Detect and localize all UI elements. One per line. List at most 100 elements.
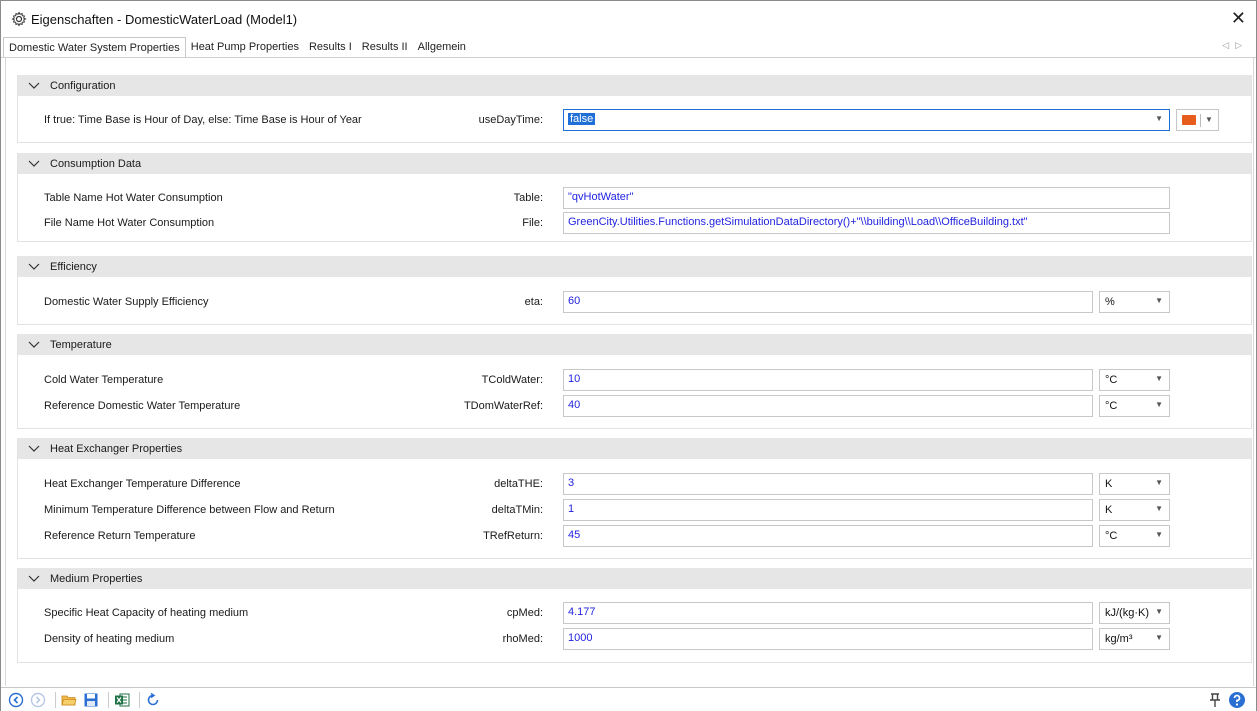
unit-value: kJ/(kg·K) xyxy=(1105,607,1149,619)
param-name: File: xyxy=(522,217,543,229)
value-source-button[interactable]: ▼ xyxy=(1176,109,1219,131)
param-description: Reference Return Temperature xyxy=(44,530,196,542)
tab-results-ii[interactable]: Results II xyxy=(357,37,413,57)
excel-icon[interactable] xyxy=(113,691,131,709)
chevron-down-icon[interactable]: ▼ xyxy=(1205,115,1213,124)
section-header-medium[interactable]: Medium Properties xyxy=(18,568,1251,589)
unit-select[interactable]: kg/m³ ▼ xyxy=(1099,628,1170,650)
section-efficiency: Efficiency Domestic Water Supply Efficie… xyxy=(17,256,1252,325)
chevron-down-icon[interactable]: ▼ xyxy=(1155,530,1163,539)
tab-scroll-arrows-icon[interactable]: ◁▷ xyxy=(1222,40,1248,51)
chevron-down-icon[interactable]: ▼ xyxy=(1155,504,1163,513)
chevron-down-icon[interactable] xyxy=(28,445,40,453)
trefreturn-input[interactable]: 45 xyxy=(563,525,1093,547)
section-title: Efficiency xyxy=(50,260,97,273)
chevron-down-icon[interactable]: ▼ xyxy=(1155,296,1163,305)
section-header-efficiency[interactable]: Efficiency xyxy=(18,256,1251,277)
unit-select[interactable]: K ▼ xyxy=(1099,473,1170,495)
section-header-configuration[interactable]: Configuration xyxy=(18,75,1251,96)
param-row-deltathe: Heat Exchanger Temperature Difference de… xyxy=(18,473,1251,496)
save-icon[interactable] xyxy=(82,691,100,709)
chevron-down-icon[interactable]: ▼ xyxy=(1155,114,1163,123)
chevron-down-icon[interactable]: ▼ xyxy=(1155,400,1163,409)
chevron-down-icon[interactable]: ▼ xyxy=(1155,374,1163,383)
eta-input[interactable]: 60 xyxy=(563,291,1093,313)
tcoldwater-input[interactable]: 10 xyxy=(563,369,1093,391)
close-icon[interactable]: ✕ xyxy=(1231,9,1246,27)
refresh-icon[interactable] xyxy=(144,691,162,709)
chevron-down-icon[interactable]: ▼ xyxy=(1155,607,1163,616)
param-description: Density of heating medium xyxy=(44,633,175,645)
chevron-down-icon[interactable]: ▼ xyxy=(1155,633,1163,642)
unit-value: °C xyxy=(1105,530,1118,542)
section-header-heat-exchanger[interactable]: Heat Exchanger Properties xyxy=(18,438,1251,459)
param-name: TDomWaterRef: xyxy=(463,400,543,412)
tab-domestic-water-system-properties[interactable]: Domestic Water System Properties xyxy=(3,37,186,57)
param-name: deltaTHE: xyxy=(494,478,543,490)
file-input[interactable]: GreenCity.Utilities.Functions.getSimulat… xyxy=(563,212,1170,234)
unit-value: kg/m³ xyxy=(1105,633,1133,645)
unit-select[interactable]: kJ/(kg·K) ▼ xyxy=(1099,602,1170,624)
tab-allgemein[interactable]: Allgemein xyxy=(413,37,471,57)
section-title: Configuration xyxy=(50,79,116,92)
toolbar-divider xyxy=(55,692,56,708)
param-row-table: Table Name Hot Water Consumption Table: … xyxy=(18,187,1251,210)
param-row-tcoldwater: Cold Water Temperature TColdWater: 10 °C… xyxy=(18,369,1251,392)
unit-select[interactable]: °C ▼ xyxy=(1099,369,1170,391)
param-name: TColdWater: xyxy=(481,374,543,386)
section-heat-exchanger-properties: Heat Exchanger Properties Heat Exchanger… xyxy=(17,438,1252,559)
chevron-down-icon[interactable] xyxy=(28,575,40,583)
param-row-eta: Domestic Water Supply Efficiency eta: 60… xyxy=(18,291,1251,314)
chevron-down-icon[interactable] xyxy=(28,263,40,271)
param-description: Reference Domestic Water Temperature xyxy=(44,400,241,412)
cpmed-input[interactable]: 4.177 xyxy=(563,602,1093,624)
section-header-consumption-data[interactable]: Consumption Data xyxy=(18,153,1251,174)
param-description: Minimum Temperature Difference between F… xyxy=(44,504,335,516)
table-input[interactable]: "qvHotWater" xyxy=(563,187,1170,209)
tab-heat-pump-properties[interactable]: Heat Pump Properties xyxy=(186,37,304,57)
unit-value: K xyxy=(1105,504,1113,516)
back-icon[interactable] xyxy=(7,691,25,709)
usedaytime-select[interactable]: false ▼ xyxy=(563,109,1170,131)
toolbar-divider xyxy=(108,692,109,708)
pin-icon[interactable] xyxy=(1206,691,1224,709)
chevron-down-icon[interactable] xyxy=(28,160,40,168)
param-description: Domestic Water Supply Efficiency xyxy=(44,296,209,308)
rhomed-input[interactable]: 1000 xyxy=(563,628,1093,650)
deltatmin-input[interactable]: 1 xyxy=(563,499,1093,521)
tab-results-i[interactable]: Results I xyxy=(304,37,357,57)
chevron-down-icon[interactable] xyxy=(28,341,40,349)
unit-select[interactable]: °C ▼ xyxy=(1099,525,1170,547)
section-configuration: Configuration If true: Time Base is Hour… xyxy=(17,75,1252,143)
param-description: Specific Heat Capacity of heating medium xyxy=(44,607,249,619)
param-description: Table Name Hot Water Consumption xyxy=(44,192,223,204)
param-name: useDayTime: xyxy=(478,114,543,126)
properties-window: Eigenschaften - DomesticWaterLoad (Model… xyxy=(0,0,1257,711)
selected-value: false xyxy=(568,113,596,125)
unit-select[interactable]: % ▼ xyxy=(1099,291,1170,313)
section-title: Temperature xyxy=(50,338,112,351)
param-row-rhomed: Density of heating medium rhoMed: 1000 k… xyxy=(18,628,1251,651)
unit-value: % xyxy=(1105,296,1115,308)
tdomwaterref-input[interactable]: 40 xyxy=(563,395,1093,417)
param-name: deltaTMin: xyxy=(491,504,543,516)
param-row-tdomwaterref: Reference Domestic Water Temperature TDo… xyxy=(18,395,1251,418)
param-row-deltatmin: Minimum Temperature Difference between F… xyxy=(18,499,1251,522)
section-title: Heat Exchanger Properties xyxy=(50,442,183,455)
section-temperature: Temperature Cold Water Temperature TCold… xyxy=(17,334,1252,429)
forward-icon[interactable] xyxy=(29,691,47,709)
open-folder-icon[interactable] xyxy=(60,691,78,709)
param-name: cpMed: xyxy=(506,607,543,619)
unit-select[interactable]: °C ▼ xyxy=(1099,395,1170,417)
help-icon[interactable] xyxy=(1228,691,1246,709)
param-row-trefreturn: Reference Return Temperature TRefReturn:… xyxy=(18,525,1251,548)
section-header-temperature[interactable]: Temperature xyxy=(18,334,1251,355)
param-description: If true: Time Base is Hour of Day, else:… xyxy=(44,114,362,126)
unit-value: K xyxy=(1105,478,1113,490)
section-medium-properties: Medium Properties Specific Heat Capacity… xyxy=(17,568,1252,663)
chevron-down-icon[interactable] xyxy=(28,82,40,90)
unit-select[interactable]: K ▼ xyxy=(1099,499,1170,521)
chevron-down-icon[interactable]: ▼ xyxy=(1155,478,1163,487)
deltathe-input[interactable]: 3 xyxy=(563,473,1093,495)
unit-value: °C xyxy=(1105,400,1118,412)
